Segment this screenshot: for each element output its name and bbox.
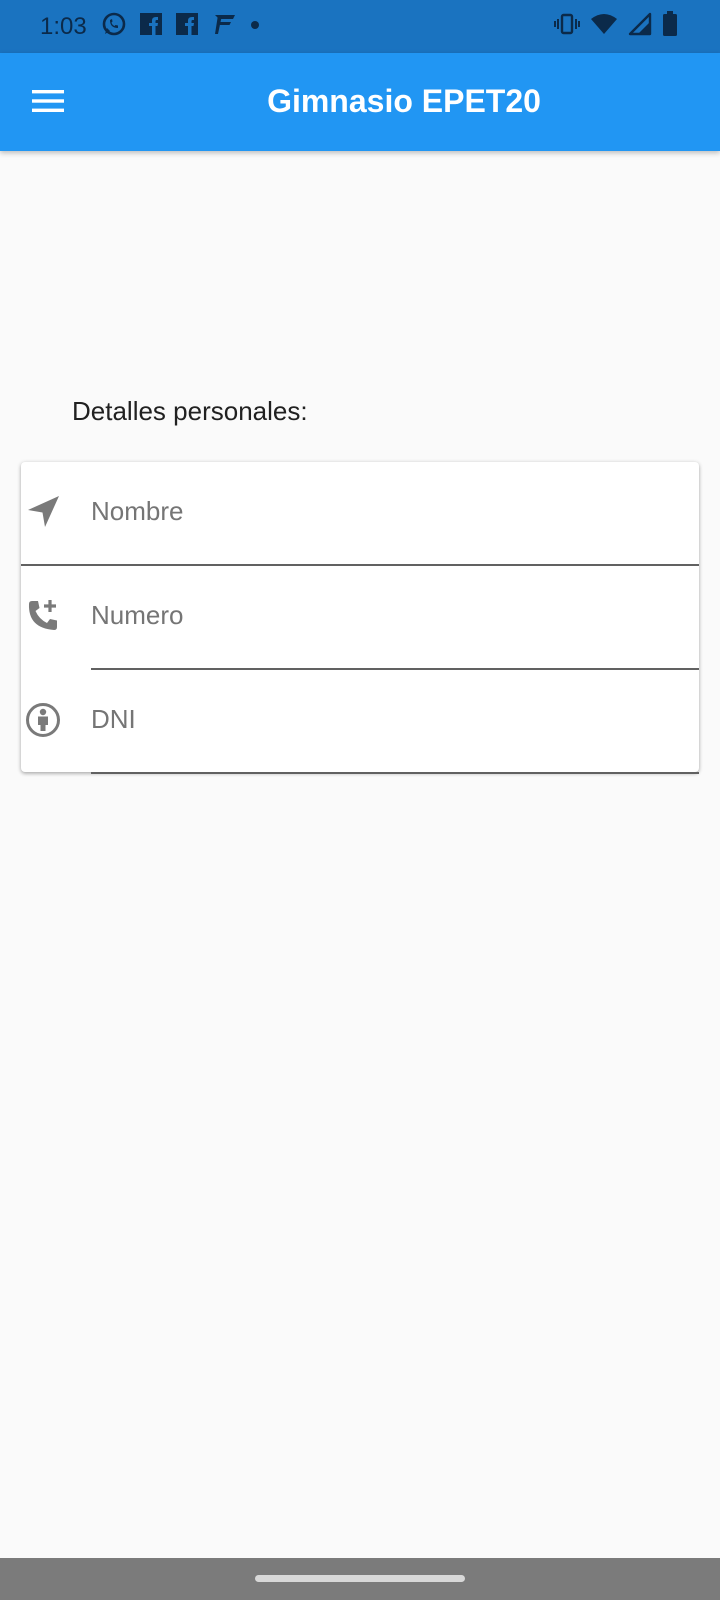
status-time: 1:03 (40, 13, 87, 40)
flash-app-icon (211, 12, 237, 41)
home-gesture-handle[interactable] (255, 1575, 465, 1582)
navigation-bar (0, 1558, 720, 1600)
app-title: Gimnasio EPET20 (267, 83, 541, 119)
dot-icon (249, 12, 261, 41)
personal-details-card (21, 462, 699, 774)
notification-icons (101, 12, 261, 40)
battery-icon (662, 10, 678, 42)
whatsapp-icon (101, 11, 127, 42)
section-label: Detalles personales: (72, 396, 308, 426)
name-field-row (21, 462, 699, 566)
vibrate-icon (554, 12, 580, 41)
person-badge-icon (23, 700, 63, 740)
facebook-icon (139, 12, 163, 41)
status-bar: 1:03 (0, 0, 720, 53)
add-call-icon (23, 596, 63, 636)
number-input[interactable] (91, 590, 681, 640)
system-icons (554, 10, 678, 42)
wifi-icon (590, 12, 618, 41)
navigation-icon (23, 492, 63, 532)
dni-field-underline (91, 772, 699, 774)
signal-icon (628, 12, 652, 41)
number-field-row (21, 566, 699, 670)
name-input[interactable] (91, 486, 681, 536)
dni-field-row (21, 670, 699, 774)
facebook-icon (175, 12, 199, 41)
dni-input[interactable] (91, 694, 681, 744)
app-bar: Gimnasio EPET20 (0, 53, 720, 151)
